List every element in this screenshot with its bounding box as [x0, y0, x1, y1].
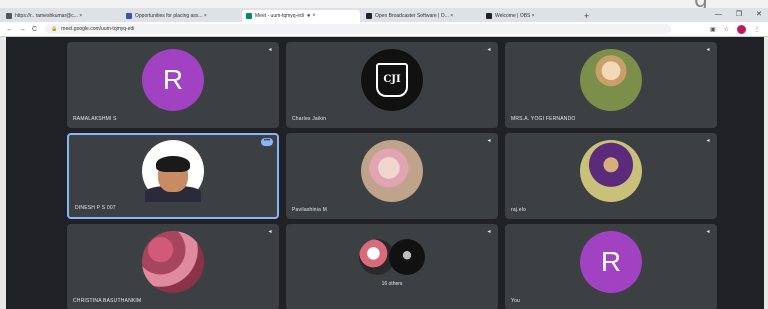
- meet-favicon-icon: [246, 13, 252, 19]
- desktop-strip: g: [0, 0, 768, 13]
- lock-icon: 🔒: [51, 26, 58, 32]
- participant-tile[interactable]: CJI ◂ Charles Jaikin: [286, 42, 498, 128]
- participant-name: CHRISTINA BASUTHANKIM: [73, 298, 142, 304]
- letter-avatar: R: [142, 48, 204, 111]
- close-tab-icon[interactable]: ● ×: [307, 13, 316, 19]
- url-text: meet.google.com/uum-tqmyq-edi: [61, 26, 135, 32]
- others-avatars: [359, 238, 425, 275]
- profile-avatar[interactable]: [737, 24, 746, 34]
- right-edge: [764, 37, 768, 309]
- meet-participant-grid: R ◂ RAMALAKSHMI S CJI ◂ Charles Jaikin ◂…: [0, 37, 768, 309]
- participant-name: Pavilashinia M: [292, 207, 328, 213]
- participant-tile[interactable]: ◂ CHRISTINA BASUTHANKIM: [67, 224, 279, 309]
- photo-avatar: [142, 230, 204, 293]
- minimize-button[interactable]: —: [715, 11, 722, 18]
- participant-tile[interactable]: ◂ raj.elo: [505, 133, 717, 219]
- window-controls: — ❐ ✕: [715, 8, 762, 20]
- new-tab-button[interactable]: +: [584, 10, 589, 22]
- url-input[interactable]: 🔒 meet.google.com/uum-tqmyq-edi: [45, 24, 672, 34]
- self-tile[interactable]: R ◂ You: [505, 224, 717, 309]
- browser-tab[interactable]: Open Broadcaster Software | O... ×: [362, 10, 480, 22]
- mic-muted-icon: ◂: [487, 229, 491, 235]
- browser-toolbar-right: ▣ ☆ ⋮: [710, 24, 760, 34]
- participant-name: RAMALAKSHMI S: [73, 116, 117, 122]
- mic-muted-icon: ◂: [706, 229, 710, 235]
- screenshot-frame: g https://r.. rameshkumar@c... × Opportu…: [0, 0, 768, 309]
- tab-favicon-icon: [6, 13, 12, 19]
- close-window-button[interactable]: ✕: [756, 10, 762, 18]
- participant-name: raj.elo: [511, 207, 527, 213]
- camera-in-use-icon[interactable]: ▣: [710, 26, 716, 33]
- participant-name: You: [511, 298, 521, 304]
- tab-label: https://r.. rameshkumar@c... ×: [15, 13, 83, 19]
- kebab-menu-icon[interactable]: ⋮: [754, 26, 760, 33]
- tab-label: Welcome | OBS ×: [495, 13, 535, 19]
- logo-avatar: CJI: [361, 48, 423, 111]
- participant-name: DINESH P S 007: [75, 205, 116, 211]
- photo-avatar: [580, 139, 642, 202]
- browser-tab[interactable]: Welcome | OBS ×: [482, 10, 580, 22]
- reload-button[interactable]: C: [32, 26, 37, 33]
- browser-address-bar: ← → C 🔒 meet.google.com/uum-tqmyq-edi ▣ …: [0, 22, 768, 37]
- forward-button[interactable]: →: [19, 26, 26, 33]
- participant-tile[interactable]: R ◂ RAMALAKSHMI S: [67, 42, 279, 128]
- photo-avatar: [580, 48, 642, 111]
- others-tile[interactable]: ◂ 16 others: [286, 224, 498, 309]
- maximize-button[interactable]: ❐: [736, 10, 742, 18]
- letter-avatar: R: [580, 230, 642, 293]
- mic-muted-icon: ◂: [268, 47, 272, 53]
- photo-avatar: [361, 139, 423, 202]
- tab-favicon-icon: [126, 13, 132, 19]
- tab-favicon-icon: [486, 13, 492, 19]
- mic-muted-icon: ◂: [706, 138, 710, 144]
- bookmark-star-icon[interactable]: ☆: [724, 26, 729, 33]
- crest-logo-icon: CJI: [376, 62, 408, 97]
- browser-tab-active[interactable]: Meet - uum-tqmyq-edi ● ×: [242, 10, 360, 22]
- participant-name: MRS.A. YOGI FERNANDO: [511, 116, 576, 122]
- browser-tab[interactable]: Opportunities for placing ass... ×: [122, 10, 240, 22]
- browser-tab-bar: https://r.. rameshkumar@c... × Opportuni…: [0, 8, 768, 22]
- participant-tile[interactable]: ◂ MRS.A. YOGI FERNANDO: [505, 42, 717, 128]
- tab-label: Meet - uum-tqmyq-edi: [255, 13, 304, 19]
- others-count-label: 16 others: [381, 280, 403, 287]
- participant-tile-active[interactable]: ••• DINESH P S 007: [67, 133, 279, 219]
- mic-muted-icon: ◂: [487, 138, 491, 144]
- mic-muted-icon: ◂: [268, 229, 272, 235]
- mini-photo-avatar: [389, 238, 425, 275]
- more-options-icon[interactable]: •••: [261, 138, 273, 146]
- left-edge: [0, 37, 6, 309]
- photo-avatar: [142, 140, 204, 203]
- tab-label: Opportunities for placing ass... ×: [135, 13, 207, 19]
- participant-name: Charles Jaikin: [292, 116, 327, 122]
- tab-label: Open Broadcaster Software | O... ×: [375, 13, 454, 19]
- mic-muted-icon: ◂: [706, 47, 710, 53]
- participant-tile[interactable]: ◂ Pavilashinia M: [286, 133, 498, 219]
- browser-tab[interactable]: https://r.. rameshkumar@c... ×: [2, 10, 120, 22]
- avatar-hair: [156, 156, 190, 173]
- back-button[interactable]: ←: [6, 26, 13, 33]
- mic-muted-icon: ◂: [487, 47, 491, 53]
- tab-favicon-icon: [366, 13, 372, 19]
